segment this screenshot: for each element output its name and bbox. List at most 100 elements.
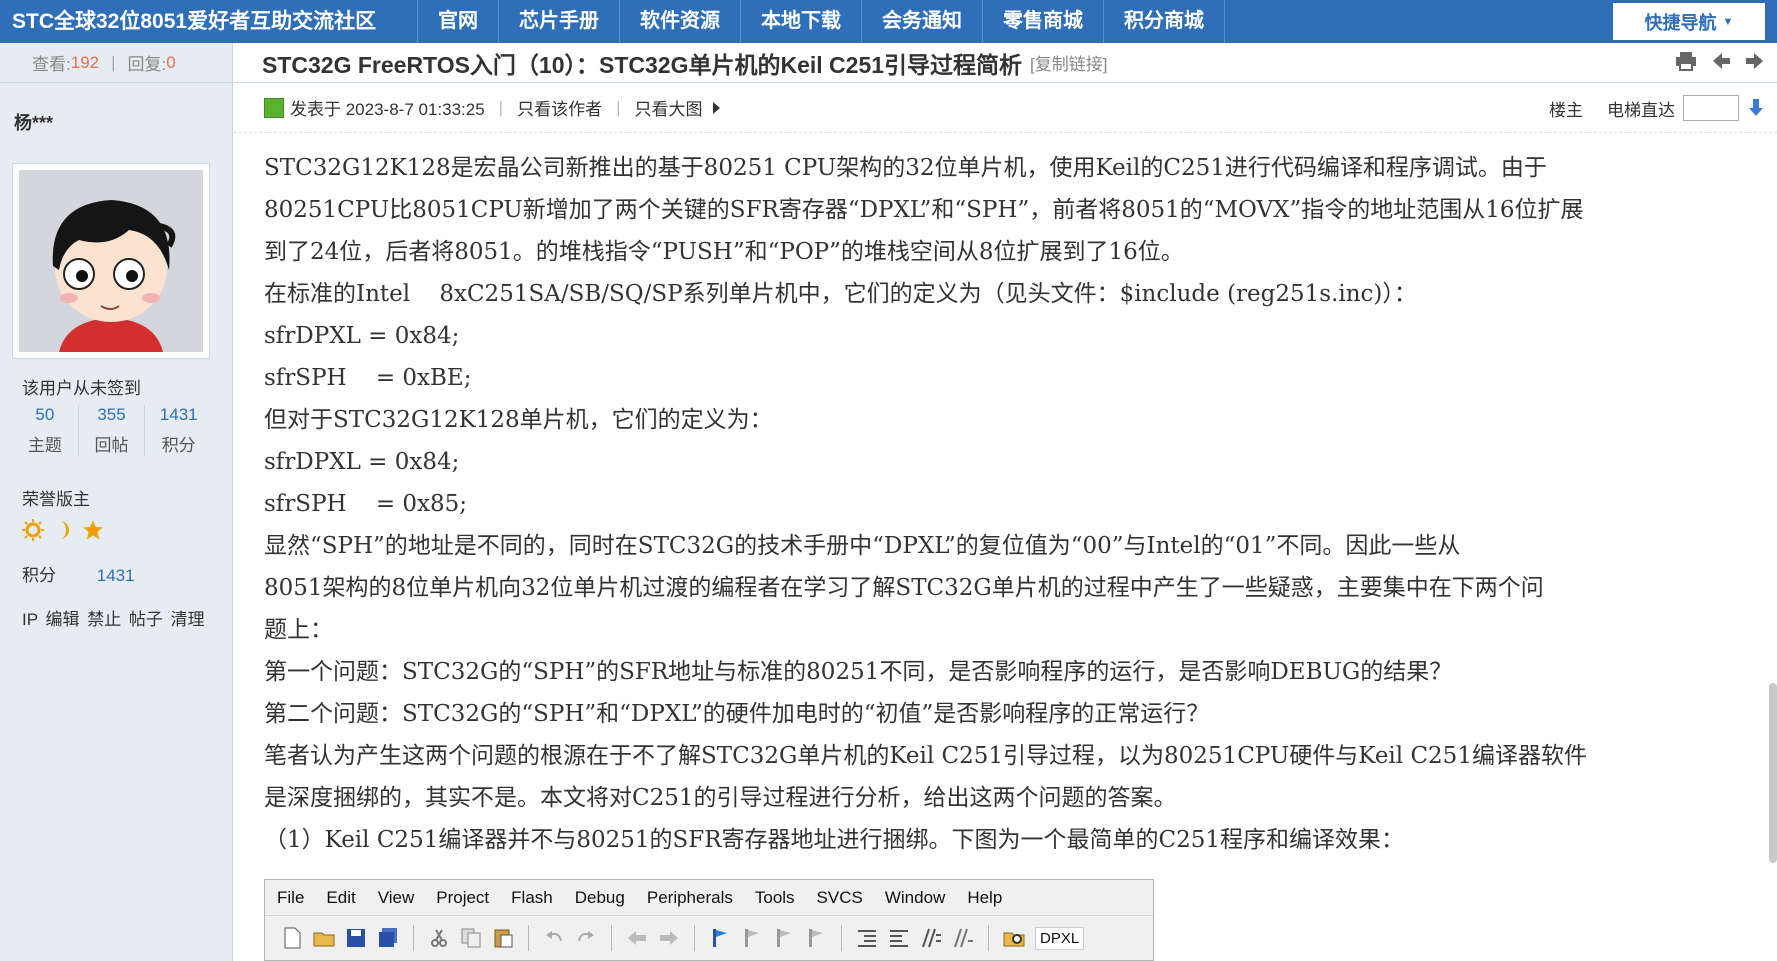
save-all-icon xyxy=(379,928,397,947)
new-file-icon xyxy=(284,927,301,949)
replies-label: 回复: xyxy=(127,55,167,74)
online-status-icon xyxy=(264,97,284,118)
star-icon xyxy=(83,520,103,540)
copy-link-button[interactable]: [复制链接] xyxy=(1030,50,1107,75)
content-line: 第二个问题：STC32G的“SPH”和“DPXL”的硬件加电时的“初值”是否影响… xyxy=(264,701,1210,727)
floor-label: 楼主 xyxy=(1549,100,1583,120)
count-points[interactable]: 1431 积分 xyxy=(145,405,212,456)
admin-links[interactable]: IP 编辑 禁止 帖子 清理 xyxy=(22,605,205,630)
page-scrollbar[interactable] xyxy=(1769,683,1777,863)
content-line: （1）Keil C251编译器并不与80251的SFR寄存器地址进行捆绑。下图为… xyxy=(264,827,1405,853)
uncomment-icon xyxy=(954,928,973,948)
views-count: 192 xyxy=(70,52,100,72)
toolbar-divider xyxy=(988,925,989,951)
count-number: 50 xyxy=(35,405,55,424)
content-line: sfrDPXL = 0x84; xyxy=(264,449,460,475)
content-line: 笔者认为产生这两个问题的根源在于不了解STC32G单片机的Keil C251引导… xyxy=(264,743,1587,769)
toolbar-divider xyxy=(841,925,842,951)
avatar-cartoon-icon xyxy=(19,170,203,352)
author-sidebar: 查看: 192 | 回复: 0 杨*** 该用户从未签到 50 主题 355 回… xyxy=(0,43,233,961)
ide-menu-flash: Flash xyxy=(511,887,553,907)
bookmark-prev-icon xyxy=(745,929,759,947)
comment-icon xyxy=(922,928,941,948)
count-replies[interactable]: 355 回帖 xyxy=(79,405,146,456)
large-image-link[interactable]: 只看大图 xyxy=(635,95,703,120)
ide-menu-view: View xyxy=(377,887,415,907)
count-label: 积分 xyxy=(161,436,196,455)
post-date: 发表于 2023-8-7 01:33:25 xyxy=(290,100,485,119)
nav-back-icon xyxy=(628,931,646,945)
sign-status: 该用户从未签到 xyxy=(22,379,141,398)
nav-item-download[interactable]: 本地下载 xyxy=(741,0,862,43)
quick-nav-label: 快捷导航 xyxy=(1644,12,1717,33)
top-nav: STC全球32位8051爱好者互助交流社区 官网 芯片手册 软件资源 本地下载 … xyxy=(0,0,1777,43)
toolbar-divider xyxy=(413,925,414,951)
indent-icon xyxy=(858,930,876,947)
sun-icon xyxy=(22,519,44,541)
bookmark-next-icon xyxy=(777,929,791,947)
post-meta-bar: 发表于 2023-8-7 01:33:25 | 只看该作者 | 只看大图 楼主 … xyxy=(234,83,1777,133)
nav-item-official[interactable]: 官网 xyxy=(418,0,499,43)
post-content: STC32G12K128是宏晶公司新推出的基于80251 CPU架构的32位单片… xyxy=(234,133,1777,861)
user-counts: 50 主题 355 回帖 1431 积分 xyxy=(12,405,212,456)
unindent-icon xyxy=(890,930,908,947)
arrow-down-icon[interactable] xyxy=(1749,99,1763,117)
content-line: 显然“SPH”的地址是不同的，同时在STC32G的技术手册中“DPXL”的复位值… xyxy=(264,533,1461,559)
ide-menu-edit: Edit xyxy=(326,887,356,907)
paste-icon xyxy=(494,929,513,948)
nav-item-points-mall[interactable]: 积分商城 xyxy=(1104,0,1225,43)
cut-icon xyxy=(431,929,447,947)
elevator-label: 电梯直达 xyxy=(1607,100,1675,120)
content-line: 80251CPU比8051CPU新增加了两个关键的SFR寄存器“DPXL”和“S… xyxy=(264,197,1584,223)
avatar[interactable] xyxy=(12,163,210,359)
nav-forward-icon xyxy=(660,931,678,945)
stats-divider: | xyxy=(111,52,116,72)
content-line: 但对于STC32G12K128单片机，它们的定义为： xyxy=(264,407,773,433)
title-actions xyxy=(1675,51,1765,71)
views-label: 查看: xyxy=(32,55,71,74)
nav-item-chip-manual[interactable]: 芯片手册 xyxy=(499,0,620,43)
points-label: 积分 xyxy=(22,566,56,585)
play-icon[interactable] xyxy=(712,101,720,114)
count-label: 回帖 xyxy=(94,436,129,455)
thread-stats: 查看: 192 | 回复: 0 xyxy=(0,43,232,83)
ide-menu-window: Window xyxy=(884,887,946,907)
post-title: STC32G FreeRTOS入门（10）：STC32G单片机的Keil C25… xyxy=(262,51,1023,78)
elevator-input[interactable] xyxy=(1683,95,1739,121)
author-name[interactable]: 杨*** xyxy=(14,109,53,135)
site-title[interactable]: STC全球32位8051爱好者互助交流社区 xyxy=(0,0,418,43)
content-line: 到了24位，后者将8051。的堆栈指令“PUSH”和“POP”的堆栈空间从8位扩… xyxy=(264,239,1184,265)
ide-menu-project: Project xyxy=(436,887,490,907)
ide-toolbar-search-text: DPXL xyxy=(1035,926,1085,950)
nav-item-notice[interactable]: 会务通知 xyxy=(862,0,983,43)
count-threads[interactable]: 50 主题 xyxy=(12,405,79,456)
ide-menu-tools: Tools xyxy=(754,887,795,907)
rank-medals xyxy=(22,519,104,541)
content-line: STC32G12K128是宏晶公司新推出的基于80251 CPU架构的32位单片… xyxy=(264,155,1547,181)
copy-icon xyxy=(461,928,481,948)
only-author-link[interactable]: 只看该作者 xyxy=(517,95,602,120)
embedded-ide-screenshot[interactable]: File Edit View Project Flash Debug Perip… xyxy=(264,879,1154,961)
count-number: 1431 xyxy=(159,405,198,424)
toolbar-divider xyxy=(528,925,529,951)
content-line: 题上： xyxy=(264,617,333,643)
find-in-files-icon xyxy=(1003,932,1025,947)
arrow-left-icon[interactable] xyxy=(1711,51,1731,71)
floor-controls: 楼主 电梯直达 xyxy=(1549,95,1763,121)
ide-menu-bar: File Edit View Project Flash Debug Perip… xyxy=(265,880,1153,916)
content-line: sfrSPH = 0x85; xyxy=(264,491,468,517)
arrow-right-icon[interactable] xyxy=(1745,51,1765,71)
nav-item-software[interactable]: 软件资源 xyxy=(620,0,741,43)
user-rank[interactable]: 荣誉版主 xyxy=(22,485,90,510)
undo-icon xyxy=(546,931,562,942)
content-line: 是深度捆绑的，其实不是。本文将对C251的引导过程进行分析，给出这两个问题的答案… xyxy=(264,785,1177,811)
ide-menu-file: File xyxy=(277,887,305,907)
quick-nav-button[interactable]: 快捷导航 ▼ xyxy=(1613,3,1765,40)
bookmark-icon xyxy=(713,929,727,947)
ide-toolbar: DPXL xyxy=(265,916,1153,960)
content-line: 第一个问题：STC32G的“SPH”的SFR地址与标准的80251不同，是否影响… xyxy=(264,659,1453,685)
meta-divider: | xyxy=(616,97,621,117)
nav-item-retail[interactable]: 零售商城 xyxy=(983,0,1104,43)
points-row: 积分 1431 xyxy=(22,561,135,586)
print-icon[interactable] xyxy=(1675,51,1697,71)
